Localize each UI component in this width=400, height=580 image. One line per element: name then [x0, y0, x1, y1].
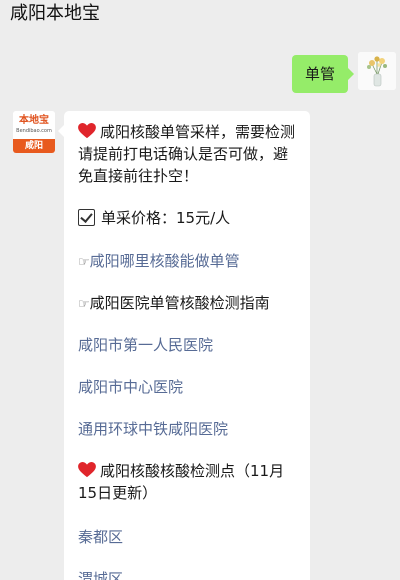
- outgoing-message-bubble[interactable]: 单管: [292, 55, 354, 93]
- link-hospital-guide[interactable]: ☞咸阳医院单管核酸检测指南: [78, 292, 300, 316]
- pointing-hand-icon: ☞: [78, 297, 90, 312]
- avatar-site-text: Bendibao.com: [16, 128, 52, 134]
- price-text: 单采价格：15元/人: [101, 209, 231, 227]
- testing-points-title: 咸阳核酸核酸检测点（11月15日更新）: [78, 462, 285, 502]
- heart-icon: [78, 462, 96, 478]
- incoming-message-bubble: 咸阳核酸单管采样，需要检测请提前打电话确认是否可做，避免直接前往扑空！ 单采价格…: [58, 111, 310, 580]
- heart-icon: [78, 123, 96, 139]
- link-where-single-tube[interactable]: ☞咸阳哪里核酸能做单管: [78, 250, 300, 274]
- avatar-brand-text: 本地宝: [19, 115, 49, 126]
- checkbox-icon: [78, 209, 95, 226]
- intro-text: 咸阳核酸单管采样，需要检测请提前打电话确认是否可做，避免直接前往扑空！: [78, 123, 296, 185]
- chat-title: 咸阳本地宝: [10, 3, 100, 24]
- chat-header: 咸阳本地宝: [0, 0, 400, 34]
- intro-paragraph: 咸阳核酸单管采样，需要检测请提前打电话确认是否可做，避免直接前往扑空！: [78, 121, 300, 187]
- link-hospital-first-people[interactable]: 咸阳市第一人民医院: [78, 334, 300, 356]
- link-district-weicheng[interactable]: 渭城区: [78, 568, 300, 580]
- price-line: 单采价格：15元/人: [78, 207, 300, 229]
- avatar-logo: 本地宝 Bendibao.com: [13, 111, 55, 139]
- bendibao-avatar[interactable]: 本地宝 Bendibao.com 咸阳: [13, 111, 55, 153]
- link-district-qindu[interactable]: 秦都区: [78, 526, 300, 548]
- testing-points-heading: 咸阳核酸核酸检测点（11月15日更新）: [78, 460, 300, 504]
- user-avatar[interactable]: [358, 52, 396, 90]
- link-guide-text[interactable]: 咸阳医院单管核酸检测指南: [90, 294, 270, 312]
- link-where-text[interactable]: 咸阳哪里核酸能做单管: [90, 252, 240, 270]
- pointing-hand-icon: ☞: [78, 255, 90, 270]
- avatar-city-label: 咸阳: [13, 139, 55, 153]
- flower-vase-icon: [358, 52, 396, 90]
- link-hospital-central[interactable]: 咸阳市中心医院: [78, 376, 300, 398]
- link-hospital-railway[interactable]: 通用环球中铁咸阳医院: [78, 418, 300, 440]
